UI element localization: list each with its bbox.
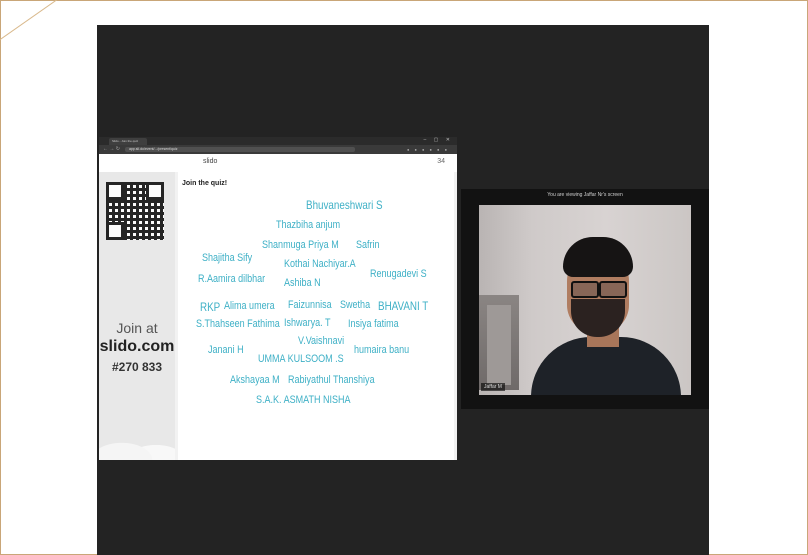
word-cloud-name: Shanmuga Priya M — [262, 239, 339, 251]
viewing-banner: You are viewing Jaffar Nr's screen — [547, 192, 623, 198]
qr-corner — [106, 222, 124, 240]
join-panel: Join at slido.com #270 833 — [99, 172, 175, 460]
word-cloud-name: RKP — [200, 300, 221, 314]
word-cloud-name: Bhuvaneshwari S — [306, 198, 383, 212]
word-cloud-name: Insiya fatima — [348, 318, 399, 330]
word-cloud-name: S.Thahseen Fathima — [196, 318, 280, 330]
word-cloud-name: Renugadevi S — [370, 268, 427, 280]
glasses-lens — [599, 281, 627, 298]
join-url: slido.com — [99, 338, 175, 355]
word-cloud-name: Safrin — [356, 239, 380, 251]
word-cloud-name: Thazbiha anjum — [276, 219, 341, 231]
join-at-label: Join at — [116, 320, 158, 336]
word-cloud-name: Akshayaa M — [230, 374, 280, 386]
word-cloud-name: Janani H — [208, 344, 244, 356]
meeting-window: Slido - Join the quiz – ▢ ✕ ← → ↻ app.sl… — [97, 25, 709, 555]
word-cloud-name: Ashiba N — [284, 277, 321, 289]
word-cloud-name: Swetha — [340, 299, 371, 311]
glasses-lens — [571, 281, 599, 298]
extension-icons[interactable]: ● ● ● ● ● ● — [407, 147, 449, 152]
word-cloud-name: Ishwarya. T — [284, 317, 331, 329]
word-cloud-name: UMMA KULSOOM .S — [258, 353, 344, 365]
nav-arrows-icon[interactable]: ← → ↻ — [103, 146, 120, 152]
word-cloud-name: Rabiyathul Thanshiya — [288, 374, 375, 386]
slido-logo: slido — [203, 158, 218, 165]
word-cloud-name: S.A.K. ASMATH NISHA — [256, 394, 351, 406]
word-cloud-name: Alima umera — [224, 300, 275, 312]
word-cloud-name: humaira banu — [354, 344, 410, 356]
browser-tab[interactable]: Slido - Join the quiz — [109, 138, 147, 145]
browser-tab-label: Slido - Join the quiz — [112, 139, 139, 143]
join-code: #270 833 — [111, 360, 163, 374]
quiz-title: Join the quiz! — [182, 180, 228, 187]
participant-count: 34 — [437, 158, 445, 165]
background-shelf — [487, 305, 511, 385]
url-field[interactable]: app.sli.do/event/.../present/quiz — [125, 147, 355, 152]
slido-header: slido 34 — [99, 154, 457, 172]
participant-video[interactable] — [479, 205, 691, 395]
camera-tile: You are viewing Jaffar Nr's screen Jaffa… — [461, 189, 709, 409]
word-cloud-name: R.Aamira dilbhar — [198, 273, 266, 285]
cloud-decoration — [99, 430, 175, 460]
browser-address-bar: ← → ↻ app.sli.do/event/.../present/quiz … — [99, 145, 457, 154]
url-text: app.sli.do/event/.../present/quiz — [129, 147, 178, 151]
window-controls-icon[interactable]: – ▢ ✕ — [424, 137, 453, 143]
browser-tab-bar: Slido - Join the quiz – ▢ ✕ — [99, 137, 457, 145]
quiz-panel: Join the quiz! Bhuvaneshwari S Thazbiha … — [178, 172, 454, 460]
qr-code-icon — [106, 182, 164, 240]
word-cloud-name: BHAVANI T — [378, 299, 429, 313]
word-cloud-name: Shajitha Sify — [202, 252, 253, 264]
shared-screen: Slido - Join the quiz – ▢ ✕ ← → ↻ app.sl… — [99, 137, 457, 460]
person-hair — [563, 237, 633, 277]
word-cloud-name: Kothai Nachiyar.A — [284, 258, 356, 270]
qr-corner — [146, 182, 164, 200]
participant-name-tag: Jaffar M — [481, 383, 505, 391]
word-cloud-name: V.Vaishnavi — [298, 335, 345, 347]
word-cloud-name: Faizunnisa — [288, 299, 332, 311]
glasses-icon — [569, 281, 627, 298]
qr-corner — [106, 182, 124, 200]
